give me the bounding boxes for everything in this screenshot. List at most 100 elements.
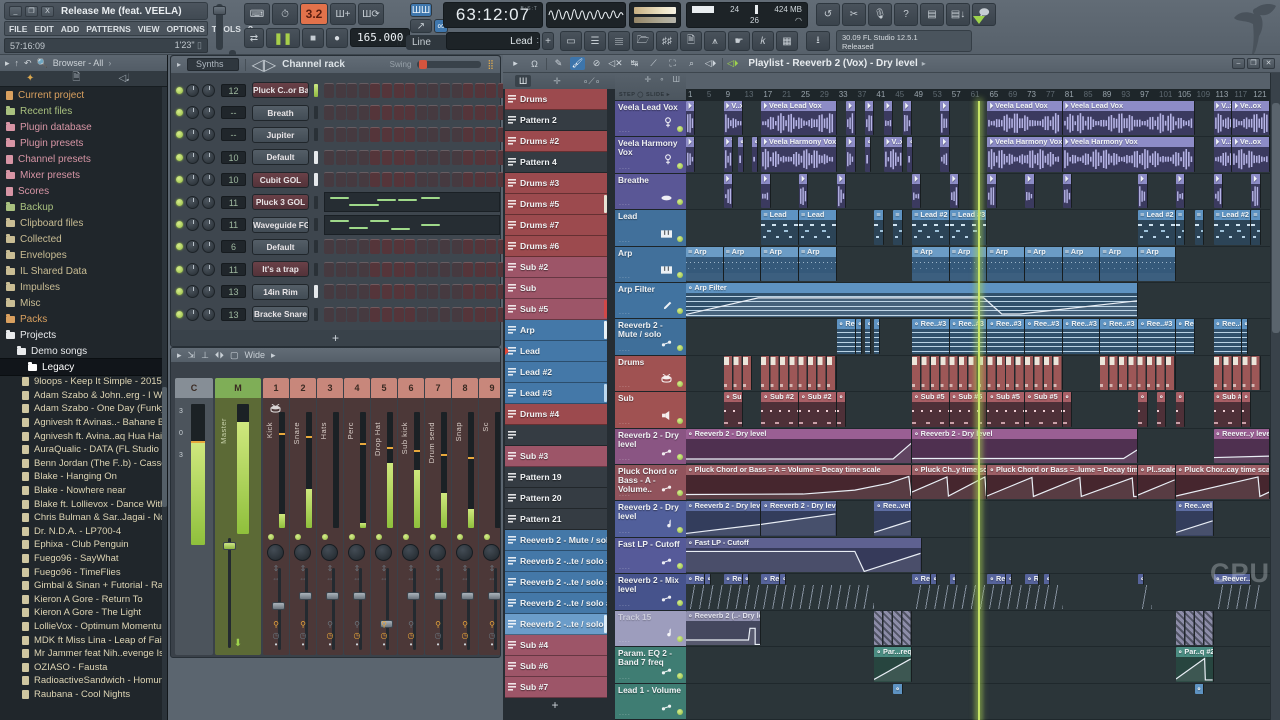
- channel-piano-preview[interactable]: [324, 215, 500, 235]
- pattern-item[interactable]: Reeverb 2 - Mute / solo: [505, 530, 607, 551]
- track-led[interactable]: [677, 490, 683, 496]
- menu-patterns[interactable]: PATTERNS: [86, 24, 131, 34]
- channel-selector-indicator[interactable]: [314, 240, 318, 253]
- mixer-view-icon[interactable]: ▢: [230, 350, 239, 361]
- clip[interactable]: ≡ Lead #2: [1138, 210, 1176, 244]
- channel-button[interactable]: Default: [252, 239, 309, 255]
- fx-enable-icon[interactable]: ⚲: [479, 620, 501, 629]
- pause-button[interactable]: ❚❚: [266, 28, 300, 48]
- clip[interactable]: ⏵: [846, 101, 855, 135]
- step-cell[interactable]: [382, 307, 392, 322]
- link-icon[interactable]: [661, 589, 672, 607]
- clip[interactable]: ⏵: [903, 101, 912, 135]
- demo-song-item[interactable]: Agnivesh ft. Avina..aq Hua Hai Mujhe: [0, 429, 162, 443]
- step-cell[interactable]: [428, 307, 438, 322]
- step-cell[interactable]: [417, 172, 427, 187]
- demo-song-item[interactable]: Blake - Nowhere near: [0, 484, 162, 498]
- browser-item[interactable]: Packs: [0, 311, 162, 327]
- step-cell[interactable]: [440, 127, 450, 142]
- slip-tool-icon[interactable]: ↹: [627, 57, 642, 70]
- clip[interactable]: ∘ Ree..#5: [1214, 319, 1242, 353]
- channel-selector-indicator[interactable]: [314, 106, 318, 119]
- channel-enable-led[interactable]: [176, 266, 183, 273]
- step-cell[interactable]: [336, 307, 346, 322]
- pattern-item[interactable]: Pattern 19: [505, 467, 607, 488]
- pattern-add-button[interactable]: +: [542, 32, 554, 50]
- channel-button[interactable]: Pluck 3 GOL: [252, 194, 309, 210]
- step-cell[interactable]: [452, 172, 462, 187]
- add-pattern-button[interactable]: +: [503, 698, 607, 712]
- pattern-item[interactable]: Pattern 4: [505, 152, 607, 173]
- clip[interactable]: [1214, 356, 1261, 390]
- step-cell[interactable]: [347, 172, 357, 187]
- step-cell[interactable]: [382, 262, 392, 277]
- step-cell[interactable]: [475, 307, 485, 322]
- step-cell[interactable]: [382, 105, 392, 120]
- track-enable-led[interactable]: [430, 534, 436, 540]
- channel-button[interactable]: Default: [252, 149, 309, 165]
- step-cell[interactable]: [405, 307, 415, 322]
- mixer-track-sc[interactable]: 9Sc⇕⇔⚲◷•: [479, 378, 501, 655]
- pattern-item[interactable]: Lead #3: [505, 383, 607, 404]
- step-cell[interactable]: [370, 284, 380, 299]
- playlist-track-header[interactable]: Reeverb 2 - Mix level....: [615, 574, 686, 610]
- clip[interactable]: ∘: [931, 574, 937, 585]
- step-cell[interactable]: [463, 105, 473, 120]
- clip[interactable]: ≡: [1176, 210, 1185, 244]
- mixer-view-arrow-icon[interactable]: ▸: [271, 350, 276, 361]
- clip[interactable]: ∘: [752, 137, 758, 171]
- clip[interactable]: ∘ Ree..el: [912, 574, 931, 585]
- track-led[interactable]: [677, 126, 683, 132]
- master-fader[interactable]: [223, 542, 236, 550]
- clip[interactable]: ∘ Ree..#3: [1138, 319, 1176, 353]
- clip[interactable]: ⏵ Veela Lead Vox: [761, 101, 836, 135]
- clip[interactable]: ⏵ Veela Harmony Vox: [987, 137, 1062, 171]
- clip[interactable]: ∘ Reeverb 2 (..- Dry level: [686, 611, 761, 645]
- step-cell[interactable]: [324, 239, 334, 254]
- step-cell[interactable]: [394, 262, 404, 277]
- delete-tool-icon[interactable]: ⊘: [589, 57, 604, 70]
- demo-song-item[interactable]: Ephixa - Club Penguin: [0, 538, 162, 552]
- track-led[interactable]: [677, 527, 683, 533]
- track-led[interactable]: [677, 709, 683, 715]
- clip[interactable]: ⏵: [799, 174, 808, 208]
- step-sequencer-window-icon[interactable]: ☰: [584, 31, 606, 51]
- channel-mixer-target[interactable]: --: [221, 106, 246, 119]
- channel-rack-header[interactable]: ▸ Synths ◁▷ Channel rack Swing ⣿: [171, 56, 500, 73]
- clip[interactable]: ∘: [738, 137, 744, 171]
- playlist-track-header[interactable]: Arp Filter....: [615, 283, 686, 319]
- step-cell[interactable]: [359, 150, 369, 165]
- playlist-speaker-icon[interactable]: ◁⏵: [727, 58, 738, 69]
- clip[interactable]: ∘ Ree..el: [987, 574, 1006, 585]
- drum-icon[interactable]: [661, 370, 672, 388]
- clip[interactable]: ∘ Re..l: [1025, 574, 1039, 585]
- clip[interactable]: ⏵: [846, 137, 855, 171]
- browser-item[interactable]: Plugin presets: [0, 135, 162, 151]
- link-icon[interactable]: [661, 334, 672, 352]
- stop-button[interactable]: ■: [302, 28, 324, 48]
- pattern-item[interactable]: Pattern 2: [505, 110, 607, 131]
- browser-search-icon[interactable]: 🔍: [37, 58, 48, 69]
- step-cell[interactable]: [463, 239, 473, 254]
- step-cell[interactable]: [382, 172, 392, 187]
- channel-mixer-target[interactable]: 13: [221, 308, 246, 321]
- step-cell[interactable]: [452, 307, 462, 322]
- step-cell[interactable]: [405, 239, 415, 254]
- piano-icon[interactable]: [661, 261, 672, 279]
- clip[interactable]: ⏵: [1176, 174, 1185, 208]
- select-tool-icon[interactable]: ⛶: [665, 57, 680, 70]
- clip[interactable]: ∘ Ree..olo: [837, 319, 856, 353]
- clip[interactable]: [1100, 356, 1175, 390]
- track-fader[interactable]: [434, 592, 447, 600]
- pattern-item[interactable]: Drums: [505, 89, 607, 110]
- clip[interactable]: ∘: [893, 684, 902, 694]
- step-cell[interactable]: [324, 150, 334, 165]
- step-cell[interactable]: [324, 262, 334, 277]
- track-led[interactable]: [677, 673, 683, 679]
- delay-clock-icon[interactable]: ◷: [452, 631, 478, 640]
- clip[interactable]: ∘ Ree..el: [724, 574, 743, 585]
- step-cell[interactable]: [486, 307, 496, 322]
- clip[interactable]: ≡ Arp: [1063, 247, 1101, 281]
- playlist-track-header[interactable]: Veela Lead Vox....: [615, 101, 686, 137]
- demo-song-item[interactable]: Blake - Hanging On: [0, 470, 162, 484]
